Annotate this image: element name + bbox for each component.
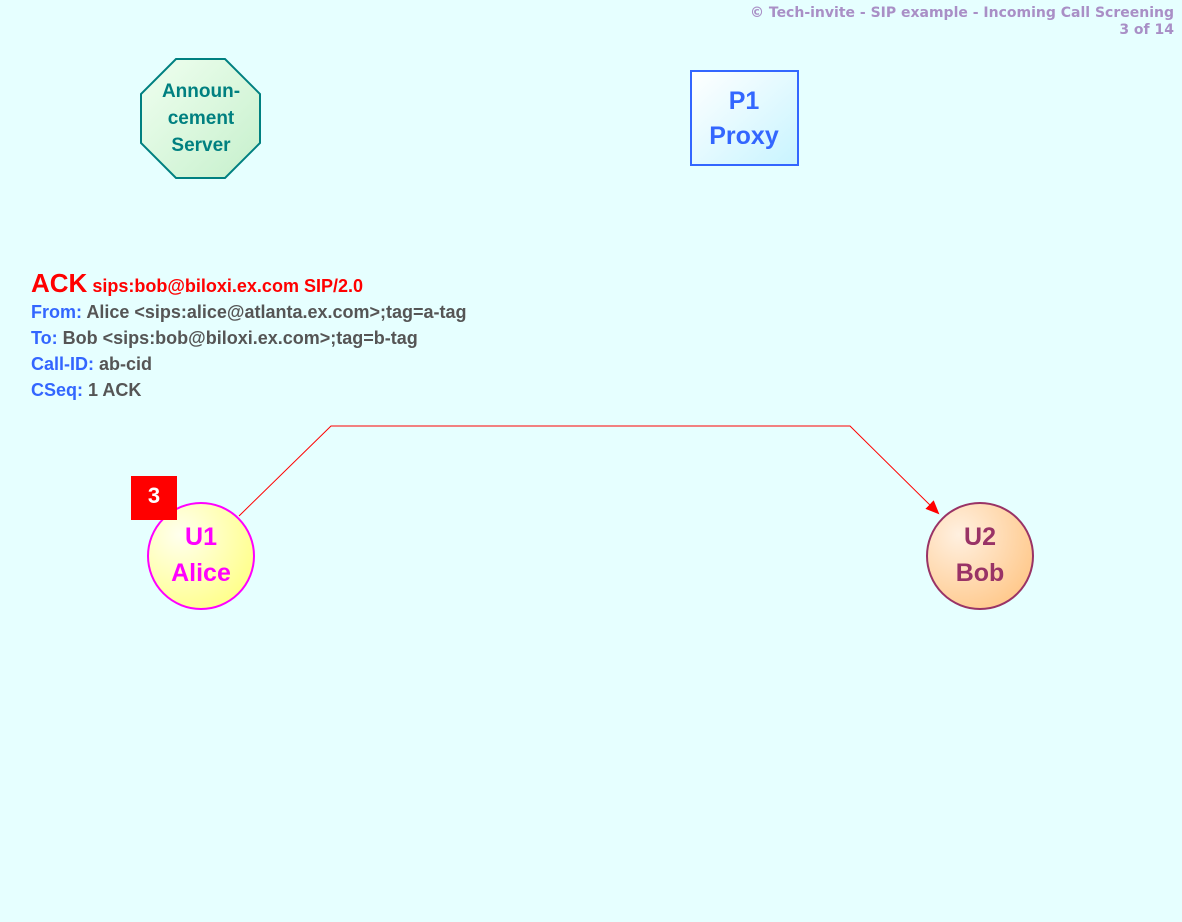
header-value: ab-cid bbox=[99, 354, 153, 374]
header-name: CSeq bbox=[31, 380, 78, 400]
header-value: 1 ACK bbox=[88, 380, 142, 400]
request-line: ACK sips:bob@biloxi.ex.com SIP/2.0 bbox=[31, 270, 467, 299]
announcement-label-3: Server bbox=[171, 135, 231, 156]
step-number-badge: 3 bbox=[131, 476, 177, 520]
alice-label-1: U1 bbox=[185, 523, 217, 551]
header-from: From: Alice <sips:alice@atlanta.ex.com>;… bbox=[31, 302, 467, 322]
announcement-label-2: cement bbox=[168, 108, 235, 129]
proxy-label-1: P1 bbox=[729, 87, 760, 115]
header-call-id: Call-ID: ab-cid bbox=[31, 354, 153, 374]
method: ACK bbox=[31, 268, 88, 298]
header-value: Bob <sips:bob@biloxi.ex.com>;tag=b-tag bbox=[62, 328, 418, 348]
header-name: Call-ID bbox=[31, 354, 89, 374]
header-to: To: Bob <sips:bob@biloxi.ex.com>;tag=b-t… bbox=[31, 328, 418, 348]
sip-message: ACK sips:bob@biloxi.ex.com SIP/2.0 From:… bbox=[31, 270, 467, 403]
ack-message-arrow bbox=[238, 425, 940, 517]
header-name: From bbox=[31, 302, 76, 322]
header-value: Alice <sips:alice@atlanta.ex.com>;tag=a-… bbox=[86, 302, 467, 322]
announcement-label-1: Announ- bbox=[162, 81, 240, 102]
request-uri: sips:bob@biloxi.ex.com SIP/2.0 bbox=[92, 276, 363, 296]
bob-label-2: Bob bbox=[956, 559, 1005, 587]
announcement-server-node: Announ- cement Server bbox=[140, 58, 261, 179]
header-name: To bbox=[31, 328, 52, 348]
bob-label-1: U2 bbox=[964, 523, 996, 551]
call-flow-diagram: Announ- cement Server P1 Proxy U1 Alice … bbox=[140, 58, 1034, 610]
alice-label-2: Alice bbox=[171, 559, 231, 587]
p1-proxy-node: P1 Proxy bbox=[690, 70, 799, 166]
u2-bob-node: U2 Bob bbox=[926, 502, 1034, 610]
header-cseq: CSeq: 1 ACK bbox=[31, 380, 142, 400]
proxy-label-2: Proxy bbox=[709, 122, 779, 150]
